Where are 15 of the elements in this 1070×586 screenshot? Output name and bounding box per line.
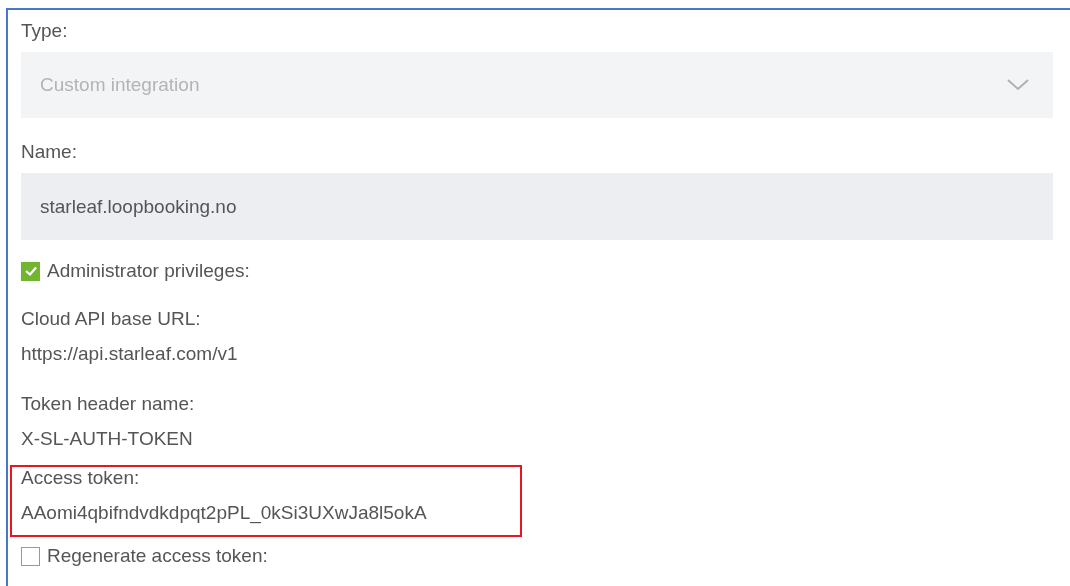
checkbox-label: Administrator privileges: [47,260,250,282]
field-label: Type: [21,20,68,42]
field-value: https://api.starleaf.com/v1 [21,343,238,365]
chevron-down-icon [1007,79,1029,91]
field-label: Cloud API base URL: [21,308,202,330]
checkbox[interactable] [21,546,40,566]
checkbox-label: Regenerate access token: [47,545,268,567]
checkmark-icon [23,265,38,277]
field-value: AAomi4qbifndvdkdpqt2pPL_0kSi3UXwJa8l5okA [21,502,427,524]
checkbox[interactable] [21,261,40,281]
field-label: Name: [21,141,77,163]
field-label: Access token: [21,467,141,489]
field-label: Token header name: [21,393,195,415]
name-input-field[interactable]: starleaf.loopbooking.no [21,173,1053,240]
field-value: X-SL-AUTH-TOKEN [21,428,194,450]
